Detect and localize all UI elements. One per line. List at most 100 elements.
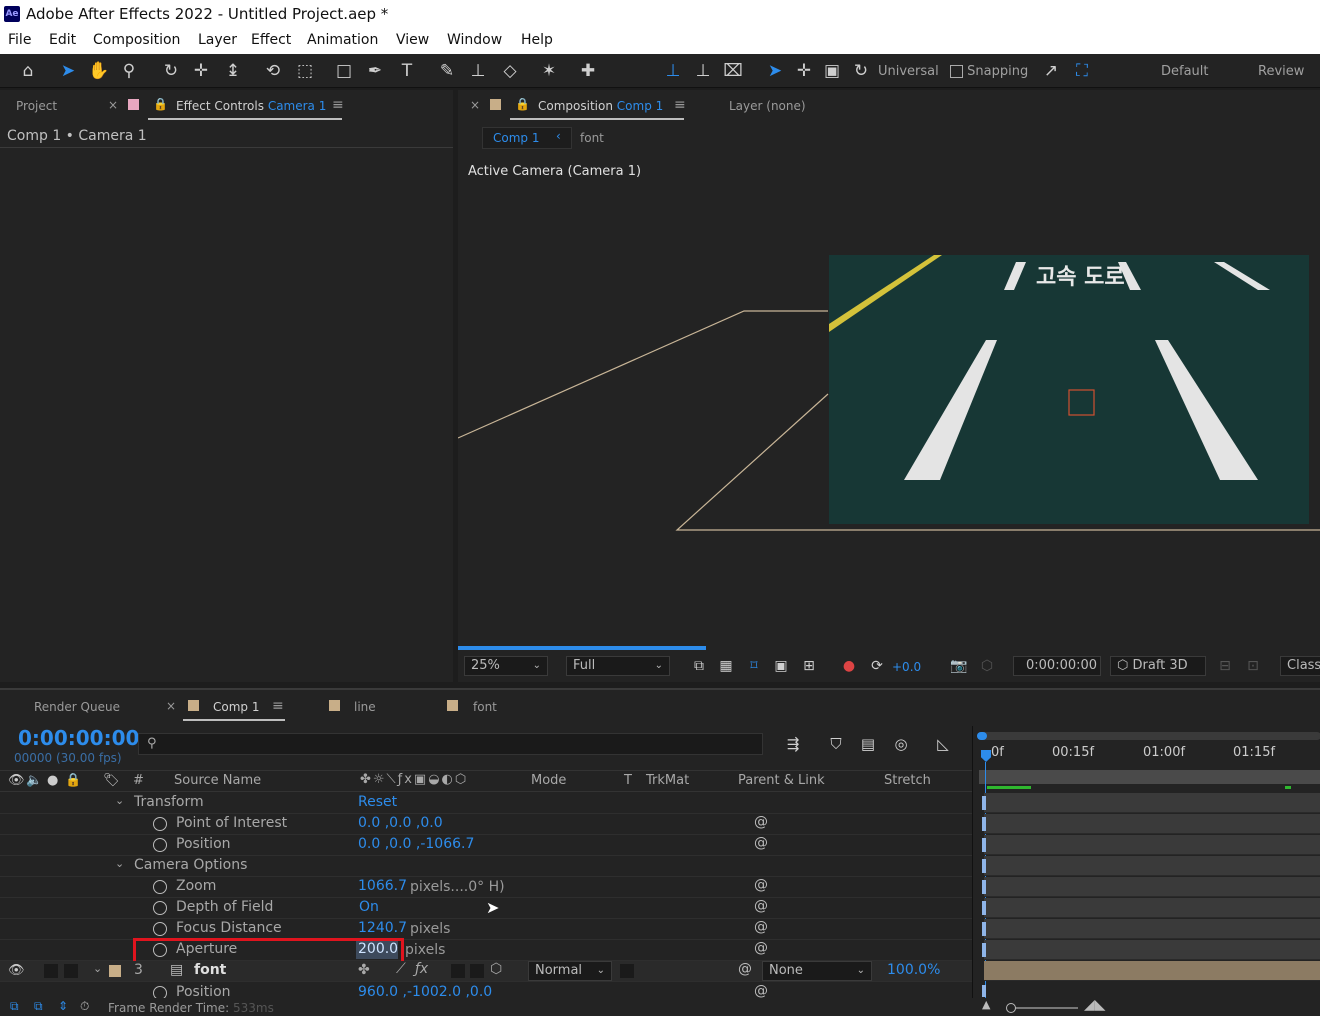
menu-layer[interactable]: Layer [198,32,237,48]
property-row[interactable]: Position 0.0 ,0.0 ,-1066.7 @ [0,835,972,856]
pan-camera-icon[interactable]: ✛ [190,60,212,82]
zoom-slider-handle[interactable] [1006,1003,1016,1013]
label-color-swatch[interactable] [109,965,121,977]
keyframe-icon[interactable] [982,796,986,810]
point-of-interest-value[interactable]: 0.0 ,0.0 ,0.0 [358,815,443,831]
exposure-value[interactable]: +0.0 [892,660,921,674]
pickwhip-icon[interactable]: @ [738,961,752,977]
keyframe-icon[interactable] [982,880,986,894]
pickwhip-icon[interactable]: @ [754,919,768,935]
render-time-icon[interactable]: ⏱ [80,999,89,1014]
property-row[interactable]: Position 960.0 ,-1002.0 ,0.0 @ [0,982,972,1000]
property-row[interactable]: Point of Interest 0.0 ,0.0 ,0.0 @ [0,814,972,835]
selection-tool-icon[interactable]: ➤ [57,60,79,82]
fast-previews-icon[interactable]: ⧉ [688,655,710,677]
keyframe-icon[interactable] [982,901,986,915]
panel-menu-icon[interactable]: ≡ [332,97,344,113]
keyframe-icon[interactable] [982,922,986,936]
draft-3d-icon[interactable]: ⛉ [825,733,847,755]
menu-effect[interactable]: Effect [251,32,291,48]
snapping-toggle[interactable]: Snapping [950,64,1028,79]
local-axis-icon[interactable]: ⊥ [662,60,684,82]
tab-layer[interactable]: Layer (none) [729,99,806,113]
transparency-grid-icon[interactable]: ▦ [715,655,737,677]
menu-view[interactable]: View [396,32,429,48]
composition-viewer[interactable]: Active Camera (Camera 1) 고속 도로 [458,152,1320,674]
hand-tool-icon[interactable]: ✋ [88,60,110,82]
menu-help[interactable]: Help [521,32,553,48]
adjustment-checkbox[interactable] [470,964,484,978]
gizmo-rotate-icon[interactable]: ↻ [850,60,872,82]
world-axis-icon[interactable]: ⊥ [692,60,714,82]
gizmo-move-icon[interactable]: ✛ [793,60,815,82]
content-aware-icon[interactable]: ⛶ [1071,60,1093,82]
column-source-name[interactable]: Source Name [174,773,261,788]
zoom-in-icon[interactable]: ◢◣ [1084,997,1106,1013]
lock-checkbox[interactable] [64,964,78,978]
view-axis-icon[interactable]: ⌧ [722,60,744,82]
keyframe-icon[interactable] [982,985,986,997]
motion-blur-checkbox[interactable] [451,964,465,978]
zoom-dropdown[interactable]: 25% ⌄ [464,656,548,676]
keyframe-icon[interactable] [982,943,986,957]
layer-bar[interactable] [984,961,1320,981]
rectangle-tool-icon[interactable]: □ [333,60,355,82]
chevron-down-icon[interactable]: ⌄ [115,794,124,807]
clone-stamp-icon[interactable]: ⊥ [467,60,489,82]
renderer-mode-dropdown[interactable]: Classi [1280,656,1320,676]
menu-window[interactable]: Window [447,32,502,48]
snapping-checkbox[interactable] [950,65,963,78]
tab-effect-controls[interactable]: Effect Controls Camera 1 [176,99,326,113]
zoom-slider-track[interactable] [1008,1007,1078,1009]
transfer-controls-icon[interactable]: ⧉ [34,999,43,1014]
grid-guides-icon[interactable]: ⊞ [798,655,820,677]
puppet-pin-icon[interactable]: ✚ [577,60,599,82]
stopwatch-icon[interactable] [153,880,167,894]
3d-layer-icon[interactable]: ⬡ [490,961,502,977]
layer-name[interactable]: font [194,962,226,978]
shy-switch-icon[interactable]: ✤ [358,962,370,978]
pickwhip-icon[interactable]: @ [754,983,768,999]
type-tool-icon[interactable]: T [396,60,418,82]
zoom-out-icon[interactable]: ▲ [982,998,990,1011]
pickwhip-icon[interactable]: @ [754,940,768,956]
tab-composition[interactable]: Composition Comp 1 [538,99,663,113]
effects-switch-icon[interactable]: ƒx [415,961,428,977]
current-time-display[interactable]: 0:00:00:00 [18,726,139,750]
eye-icon[interactable]: 👁 [8,773,25,788]
solo-checkbox[interactable] [44,964,58,978]
eraser-tool-icon[interactable]: ◇ [499,60,521,82]
3d-ground-plane-icon[interactable]: ⊡ [1242,655,1264,677]
pickwhip-icon[interactable]: @ [754,814,768,830]
label-tag-icon[interactable]: 🏷 [103,773,120,788]
timecode-field[interactable]: 0:00:00:00 [1013,656,1101,676]
frame-blending-icon[interactable]: ▤ [857,733,879,755]
layer-search-input[interactable]: ⚲ [138,733,763,755]
playhead-icon[interactable] [981,750,991,762]
home-icon[interactable]: ⌂ [17,60,39,82]
focus-distance-value[interactable]: 1240.7 [358,920,407,936]
menu-edit[interactable]: Edit [49,32,76,48]
tab-project[interactable]: Project [16,99,57,113]
chevron-down-icon[interactable]: ⌄ [93,962,102,975]
close-icon[interactable]: × [108,98,118,112]
stretch-value[interactable]: 100.0% [887,962,940,978]
rotation-tool-icon[interactable]: ⟲ [262,60,284,82]
layer-row-font[interactable]: 👁 ⌄ 3 ▤ font ✤ ⟋ ƒx ⬡ Normal ⌄ @ None ⌄ 10… [0,961,972,982]
pickwhip-icon[interactable]: @ [754,877,768,893]
lock-icon[interactable]: 🔒 [515,97,530,111]
tab-font[interactable]: font [473,700,497,714]
pan-behind-icon[interactable]: ⬚ [294,60,316,82]
breadcrumb-comp[interactable]: Comp 1 ‹ [482,127,572,149]
depth-of-field-value[interactable]: On [359,899,379,915]
stopwatch-icon[interactable] [153,817,167,831]
layer-switches-icon[interactable]: ⧉ [10,999,19,1014]
menu-file[interactable]: File [8,32,31,48]
menu-composition[interactable]: Composition [93,32,180,48]
in-out-icon[interactable]: ⇕ [58,999,68,1013]
property-row[interactable]: Zoom 1066.7 pixels....0° H) @ [0,877,972,898]
brush-tool-icon[interactable]: ✎ [436,60,458,82]
dolly-camera-icon[interactable]: ↨ [222,60,244,82]
renderer-button[interactable]: ⬡ Draft 3D [1110,656,1206,676]
zoom-value[interactable]: 1066.7 [358,878,407,894]
